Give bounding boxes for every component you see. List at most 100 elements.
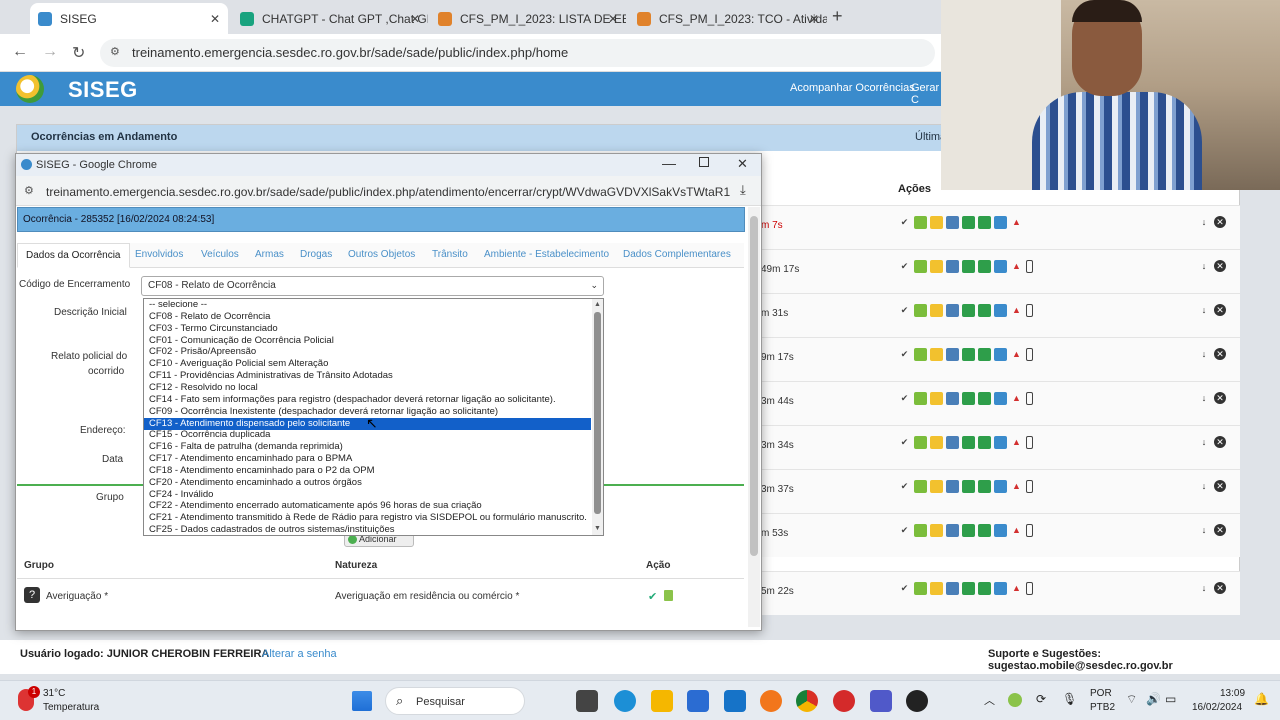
close-circle-icon[interactable]: ✕ (1214, 480, 1226, 492)
dropdown-option[interactable]: CF22 - Atendimento encerrado automaticam… (149, 500, 482, 512)
download-icon[interactable]: ↓ (1198, 216, 1210, 228)
windows-start-icon[interactable] (352, 691, 372, 711)
map-icon[interactable] (914, 348, 927, 361)
close-window-icon[interactable]: ✕ (737, 156, 748, 172)
warning-icon[interactable]: ▲ (1010, 582, 1023, 595)
globe-icon[interactable] (994, 260, 1007, 273)
warning-icon[interactable]: ▲ (1010, 524, 1023, 537)
dropdown-option[interactable]: CF01 - Comunicação de Ocorrência Policia… (149, 335, 334, 347)
dropdown-option[interactable]: CF17 - Atendimento encaminhado para o BP… (149, 453, 352, 465)
check-icon[interactable]: ✔ (898, 260, 911, 273)
forward-icon[interactable] (962, 480, 975, 493)
tab-drogas[interactable]: Drogas (300, 249, 332, 260)
folder-icon[interactable] (930, 480, 943, 493)
close-circle-icon[interactable]: ✕ (1214, 348, 1226, 360)
scroll-down-icon[interactable]: ▼ (594, 525, 601, 532)
phone-icon[interactable] (1026, 436, 1033, 449)
dropdown-option[interactable]: CF21 - Atendimento transmitido à Rede de… (149, 512, 587, 524)
phone-icon[interactable] (1026, 260, 1033, 273)
forward-icon[interactable] (962, 348, 975, 361)
download-icon[interactable]: ↓ (1198, 436, 1210, 448)
share-icon[interactable] (978, 480, 991, 493)
mail-icon[interactable] (724, 690, 746, 712)
clock-time[interactable]: 13:09 (1220, 688, 1245, 699)
weather-temp[interactable]: 31°C (43, 688, 65, 699)
phone-icon[interactable] (1026, 304, 1033, 317)
vehicle-icon[interactable] (946, 392, 959, 405)
download-icon[interactable]: ↓ (1198, 392, 1210, 404)
chevron-up-icon[interactable]: ︿ (984, 692, 995, 708)
check-icon[interactable]: ✔ (898, 216, 911, 229)
tab-transito[interactable]: Trânsito (432, 249, 468, 260)
minimize-icon[interactable]: — (662, 155, 676, 171)
forward-icon[interactable] (962, 582, 975, 595)
phone-icon[interactable] (1026, 392, 1033, 405)
tab-armas[interactable]: Armas (255, 249, 284, 260)
map-icon[interactable] (914, 392, 927, 405)
close-circle-icon[interactable]: ✕ (1214, 436, 1226, 448)
globe-icon[interactable] (994, 524, 1007, 537)
close-tab-icon[interactable]: ✕ (809, 12, 819, 26)
popup-scroll-thumb[interactable] (750, 216, 758, 556)
download-icon[interactable]: ↓ (1198, 582, 1210, 594)
dropdown-option[interactable]: CF10 - Averiguação Policial sem Alteraçã… (149, 358, 328, 370)
edit-icon[interactable]: ✔ (648, 590, 657, 603)
map-icon[interactable] (914, 582, 927, 595)
dropdown-option[interactable]: CF25 - Dados cadastrados de outros siste… (149, 524, 395, 536)
tab-dados-ocorrencia[interactable]: Dados da Ocorrência (17, 243, 130, 268)
dropdown-option[interactable]: -- selecione -- (149, 299, 207, 311)
share-icon[interactable] (978, 582, 991, 595)
warning-icon[interactable]: ▲ (1010, 348, 1023, 361)
folder-icon[interactable] (930, 582, 943, 595)
map-icon[interactable] (914, 216, 927, 229)
globe-icon[interactable] (994, 216, 1007, 229)
download-icon[interactable]: ⤓ (740, 182, 746, 198)
dropdown-option[interactable]: CF12 - Resolvido no local (149, 382, 258, 394)
share-icon[interactable] (978, 348, 991, 361)
close-circle-icon[interactable]: ✕ (1214, 582, 1226, 594)
phone-icon[interactable] (1026, 524, 1033, 537)
folder-icon[interactable] (930, 348, 943, 361)
download-icon[interactable]: ↓ (1198, 524, 1210, 536)
folder-icon[interactable] (930, 436, 943, 449)
close-tab-icon[interactable]: ✕ (210, 12, 220, 26)
globe-icon[interactable] (994, 392, 1007, 405)
download-icon[interactable]: ↓ (1198, 348, 1210, 360)
globe-icon[interactable] (994, 480, 1007, 493)
microphone-icon[interactable]: 🎙 (1062, 692, 1077, 706)
share-icon[interactable] (978, 304, 991, 317)
check-icon[interactable]: ✔ (898, 348, 911, 361)
store-icon[interactable] (687, 690, 709, 712)
folder-icon[interactable] (930, 392, 943, 405)
warning-icon[interactable]: ▲ (1010, 260, 1023, 273)
folder-icon[interactable] (930, 524, 943, 537)
folder-icon[interactable] (930, 260, 943, 273)
globe-icon[interactable] (994, 582, 1007, 595)
share-icon[interactable] (978, 260, 991, 273)
folder-icon[interactable] (930, 216, 943, 229)
keyboard-lang-2[interactable]: PTB2 (1090, 702, 1115, 713)
dropdown-option[interactable]: CF15 - Ocorrência duplicada (149, 429, 270, 441)
forward-icon[interactable]: → (42, 43, 58, 61)
close-circle-icon[interactable]: ✕ (1214, 304, 1226, 316)
delete-icon[interactable] (664, 590, 673, 601)
vehicle-icon[interactable] (946, 480, 959, 493)
warning-icon[interactable]: ▲ (1010, 392, 1023, 405)
dropdown-option[interactable]: CF24 - Inválido (149, 489, 213, 501)
reload-icon[interactable]: ↻ (72, 43, 85, 63)
warning-icon[interactable]: ▲ (1010, 480, 1023, 493)
dropdown-option[interactable]: CF09 - Ocorrência Inexistente (despachad… (149, 406, 498, 418)
warning-icon[interactable]: ▲ (1010, 304, 1023, 317)
phone-icon[interactable] (1026, 348, 1033, 361)
tab-ambiente-estabelecimento[interactable]: Ambiente - Estabelecimento (484, 249, 609, 260)
map-icon[interactable] (914, 436, 927, 449)
map-icon[interactable] (914, 260, 927, 273)
sync-icon[interactable]: ⟳ (1036, 692, 1046, 706)
globe-icon[interactable] (994, 348, 1007, 361)
dropdown-option[interactable]: CF11 - Providências Administrativas de T… (149, 370, 393, 382)
vehicle-icon[interactable] (946, 524, 959, 537)
chrome-icon[interactable] (796, 690, 818, 712)
download-icon[interactable]: ↓ (1198, 260, 1210, 272)
tab-veiculos[interactable]: Veículos (201, 249, 239, 260)
close-circle-icon[interactable]: ✕ (1214, 392, 1226, 404)
